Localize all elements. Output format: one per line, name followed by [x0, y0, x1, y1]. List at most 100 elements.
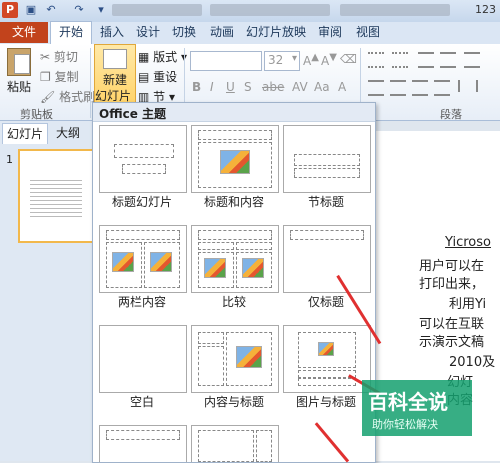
tab-animations[interactable]: 动画	[206, 22, 238, 43]
align-right-icon[interactable]	[412, 80, 428, 96]
save-icon[interactable]: ▣	[24, 3, 38, 17]
columns-icon[interactable]	[458, 80, 478, 92]
layout-content-with-caption[interactable]	[191, 325, 279, 393]
gallery-header: Office 主题	[93, 103, 375, 122]
indent-icon[interactable]	[418, 52, 434, 68]
layout-section-header[interactable]	[283, 125, 371, 193]
layout-vertical-title-and-text[interactable]	[191, 425, 279, 462]
reset-button[interactable]: ▤ 重设	[138, 68, 177, 85]
undo-icon[interactable]: ↶	[44, 3, 58, 17]
layout-blank[interactable]	[99, 325, 187, 393]
cut-button[interactable]: ✂ 剪切	[40, 48, 78, 65]
layout-title-only[interactable]	[283, 225, 371, 293]
window-title: 123	[475, 3, 496, 16]
title-bar: P ▣ ↶ ↷ ▾ 123	[0, 0, 500, 22]
clipboard-group-label: 剪贴板	[20, 108, 53, 121]
paragraph-group-label: 段落	[440, 108, 462, 121]
slide-text-line: 可以在互联	[419, 317, 485, 332]
slide-number: 1	[6, 153, 13, 166]
layout-label: 两栏内容	[117, 295, 166, 309]
italic-button[interactable]: I	[210, 80, 214, 94]
slides-pane: 幻灯片 大纲 1	[0, 121, 94, 461]
shrink-font-button[interactable]: A▼	[321, 52, 337, 68]
tab-transitions[interactable]: 切换	[168, 22, 200, 43]
reset-icon: ▤	[138, 70, 150, 84]
layout-label: 节标题	[307, 195, 344, 209]
layout-title-and-content[interactable]	[191, 125, 279, 193]
layout-label: 比较	[221, 295, 246, 309]
spacing-button[interactable]: AV	[292, 80, 308, 94]
cut-label: 剪切	[53, 50, 78, 64]
scissors-icon: ✂	[40, 50, 51, 64]
slide-text-line: 打印出来，	[419, 277, 485, 292]
layout-icon: ▦	[138, 50, 150, 64]
align-center-icon[interactable]	[390, 80, 406, 96]
separator	[90, 48, 91, 118]
redo-icon[interactable]: ↷	[72, 3, 86, 17]
tab-file[interactable]: 文件	[0, 22, 48, 43]
copy-label: 复制	[54, 70, 79, 84]
paste-label: 粘贴	[7, 80, 32, 94]
clear-format-button[interactable]: ⌫	[340, 52, 357, 66]
app-icon[interactable]: P	[2, 2, 18, 18]
slide-thumbnail[interactable]	[18, 149, 94, 243]
bullets-icon[interactable]	[368, 52, 384, 68]
tab-outline[interactable]: 大纲	[50, 123, 86, 143]
layout-label: 图片与标题	[295, 395, 356, 409]
layout-label: 标题和内容	[203, 195, 264, 209]
layout-comparison[interactable]	[191, 225, 279, 293]
slide-text-line: 示演示文稿	[419, 335, 485, 350]
font-name-combo[interactable]	[190, 51, 262, 71]
strikethrough-button[interactable]: abe	[262, 80, 284, 94]
layout-label: 版式	[153, 50, 178, 64]
slide-text-line: 利用Yi	[449, 297, 487, 312]
ribbon-tabs: 文件 开始 插入 设计 切换 动画 幻灯片放映 审阅 视图	[0, 21, 500, 45]
slide-text-line: Yicroso	[445, 235, 491, 250]
justify-icon[interactable]	[434, 80, 450, 96]
tab-review[interactable]: 审阅	[314, 22, 346, 43]
copy-button[interactable]: ❐ 复制	[40, 68, 79, 85]
blurred-window-tab	[340, 4, 450, 16]
new-slide-label-line1: 新建	[103, 73, 128, 87]
tab-slideshow[interactable]: 幻灯片放映	[244, 22, 308, 43]
reset-label: 重设	[153, 70, 178, 84]
blurred-window-tab	[112, 4, 202, 16]
change-case-button[interactable]: Aa	[314, 80, 330, 94]
brush-icon: 🖌	[40, 90, 56, 104]
layout-button[interactable]: ▦ 版式 ▾	[138, 48, 187, 65]
underline-button[interactable]: U	[226, 80, 235, 94]
tab-design[interactable]: 设计	[132, 22, 164, 43]
layout-label: 标题幻灯片	[111, 195, 172, 209]
tab-view[interactable]: 视图	[352, 22, 384, 43]
layout-vertical-text[interactable]	[99, 425, 187, 462]
tab-slides[interactable]: 幻灯片	[2, 123, 48, 144]
outdent-icon[interactable]	[440, 52, 456, 68]
tab-home[interactable]: 开始	[50, 21, 92, 44]
layout-two-content[interactable]	[99, 225, 187, 293]
font-size-combo[interactable]: 32 ▾	[264, 51, 300, 71]
layout-label: 空白	[129, 395, 154, 409]
watermark-subtitle: 助你轻松解决	[372, 418, 438, 431]
paper-icon	[14, 54, 30, 74]
grow-font-button[interactable]: A▲	[303, 52, 319, 68]
thumbnail-text-lines	[30, 177, 82, 217]
qat-dropdown-icon[interactable]: ▾	[94, 3, 108, 17]
tab-insert[interactable]: 插入	[96, 22, 128, 43]
gallery-header-label: Office 主题	[99, 107, 167, 121]
copy-icon: ❐	[40, 70, 51, 84]
bold-button[interactable]: B	[192, 80, 201, 94]
line-spacing-icon[interactable]	[464, 52, 480, 68]
slide-text-line: 2010及	[449, 355, 496, 370]
watermark-logo: 百科全说 助你轻松解决	[362, 380, 472, 436]
numbering-icon[interactable]	[392, 52, 408, 68]
align-left-icon[interactable]	[368, 80, 384, 96]
font-color-button[interactable]: A	[338, 80, 346, 94]
paste-button[interactable]: 粘贴	[4, 46, 34, 102]
watermark-title: 百科全说	[368, 390, 448, 414]
font-size-value: 32	[268, 53, 284, 67]
slide-text-line: 用户可以在	[419, 259, 485, 274]
shadow-button[interactable]: S	[244, 80, 252, 94]
layout-title-slide[interactable]	[99, 125, 187, 193]
new-slide-button[interactable]: 新建 幻灯片	[94, 44, 136, 104]
format-painter-button[interactable]: 🖌 格式刷	[40, 88, 95, 105]
